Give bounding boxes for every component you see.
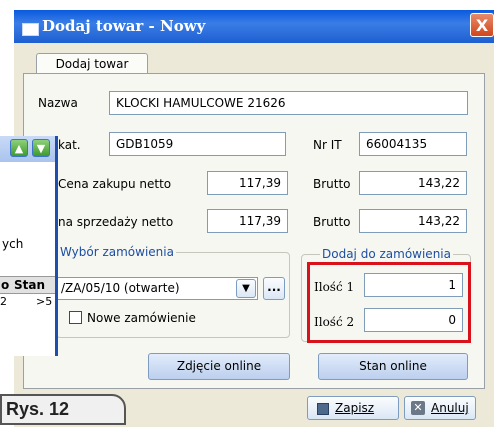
cena-zakupu-label: Cena zakupu netto [58, 177, 172, 191]
nr-it-label: Nr IT [313, 138, 342, 152]
floppy-icon [317, 403, 329, 415]
kat-label: kat. [58, 138, 81, 152]
zdjecie-online-button[interactable]: Zdjęcie online [148, 353, 290, 380]
order-select[interactable]: /ZA/05/10 (otwarte) [56, 277, 258, 300]
brutto-sprzedazy-label: Brutto [313, 215, 351, 229]
new-order-checkbox[interactable] [69, 311, 82, 324]
arrow-up-icon[interactable]: ▲ [10, 139, 28, 157]
cena-sprzedazy-field[interactable]: 117,39 [207, 209, 288, 233]
brutto-zakupu-field[interactable]: 143,22 [359, 171, 467, 195]
cena-zakupu-field[interactable]: 117,39 [207, 171, 288, 195]
window-title: Dodaj towar - Nowy [42, 17, 206, 35]
window-icon [22, 23, 39, 36]
background-window: ▲ ▼ ych o Stan 2 >5 [0, 136, 58, 356]
arrow-down-icon[interactable]: ▼ [32, 139, 50, 157]
nazwa-label: Nazwa [38, 96, 78, 110]
close-button[interactable]: X [470, 13, 494, 37]
background-table-header: o Stan [0, 276, 55, 294]
zapisz-label: Zapisz [335, 401, 375, 415]
new-order-label: Nowe zamówienie [87, 311, 196, 325]
nr-it-field[interactable]: 66004135 [359, 132, 467, 156]
chevron-down-icon[interactable]: ▼ [236, 279, 256, 298]
cena-sprzedazy-label: na sprzedaży netto [58, 215, 174, 229]
brutto-zakupu-label: Brutto [313, 177, 351, 191]
highlight-frame [307, 262, 471, 343]
order-browse-button[interactable]: ... [263, 277, 285, 300]
kat-field[interactable]: GDB1059 [109, 132, 286, 156]
nazwa-field[interactable]: KLOCKI HAMULCOWE 21626 [109, 91, 468, 115]
anuluj-label: Anuluj [431, 401, 469, 415]
background-cell-b: >5 [36, 295, 53, 308]
tab-dodaj-towar[interactable]: Dodaj towar [36, 53, 148, 74]
brutto-sprzedazy-field[interactable]: 143,22 [359, 209, 467, 233]
order-selection-legend: Wybór zamówienia [58, 245, 176, 259]
zapisz-button[interactable]: Zapisz [307, 396, 399, 420]
column-stan: Stan [14, 278, 46, 292]
column-o: o [1, 278, 10, 292]
cancel-icon: ✕ [411, 401, 425, 415]
background-partial-text: ych [2, 237, 24, 251]
anuluj-button[interactable]: ✕ Anuluj [404, 396, 476, 420]
background-cell-a: 2 [0, 295, 7, 308]
stan-online-button[interactable]: Stan online [318, 353, 468, 380]
add-to-order-legend: Dodaj do zamówienia [320, 247, 453, 261]
figure-caption: Rys. 12 [0, 394, 126, 425]
